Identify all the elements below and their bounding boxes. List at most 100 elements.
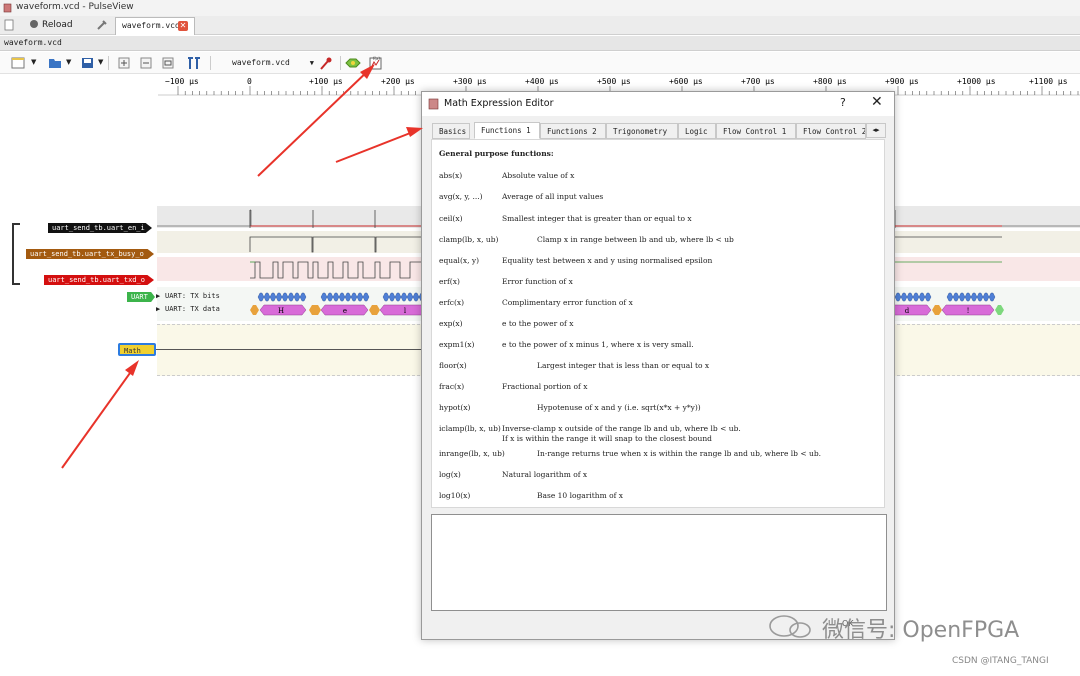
zoom-fit-icon[interactable] (160, 55, 176, 71)
tx-data-char-0: H (278, 307, 284, 315)
function-description: Complimentary error function of x (502, 298, 633, 307)
zoom-out-icon[interactable] (138, 55, 154, 71)
ruler-tick-label: +700 µs (741, 77, 775, 86)
uart-bit-marker (275, 292, 283, 302)
function-description: Natural logarithm of x (502, 470, 588, 479)
tx-data-char-1: e (343, 307, 347, 315)
pulseview-app-icon (3, 3, 12, 13)
reload-button[interactable]: Reload (30, 18, 80, 33)
ruler-tick-label: +900 µs (885, 77, 919, 86)
function-description: Base 10 logarithm of x (537, 491, 623, 500)
function-description-continued: If x is within the range it will snap to… (502, 434, 712, 443)
tab-functions-2[interactable]: Functions 2 (540, 123, 606, 139)
scroll-right-icon[interactable]: ▸ (876, 126, 880, 134)
function-name: exp(x) (439, 319, 463, 328)
uart-bit-marker (406, 292, 414, 302)
document-bar: waveform.vcd (0, 36, 1080, 51)
function-name: floor(x) (439, 361, 467, 370)
function-name: clamp(lb, x, ub) (439, 235, 499, 244)
function-description: Absolute value of x (502, 171, 575, 180)
expand-data-icon[interactable]: ▶ (156, 305, 160, 313)
uart-bit-marker (326, 292, 334, 302)
tab-scroll-buttons[interactable]: ◂▸ (866, 123, 886, 138)
tx-bits-label: UART: TX bits (165, 292, 220, 300)
tab-logic[interactable]: Logic (678, 123, 716, 139)
ruler-tick-label: +200 µs (381, 77, 415, 86)
tab-flow-control-1[interactable]: Flow Control 1 (716, 123, 796, 139)
uart-bit-marker (269, 292, 277, 302)
ruler-tick-label: +300 µs (453, 77, 487, 86)
save-dropdown-icon[interactable]: ▼ (98, 58, 103, 66)
function-description: Fractional portion of x (502, 382, 588, 391)
expression-input[interactable] (431, 514, 887, 611)
tab-waveform-vcd[interactable]: waveform.vcd ✕ (115, 17, 195, 35)
tab-flow-control-2[interactable]: Flow Control 2 (796, 123, 866, 139)
uart-bit-marker (906, 292, 914, 302)
uart-bit-marker (982, 292, 990, 302)
doc-tab-label: waveform.vcd (122, 21, 180, 30)
uart-bit-marker (350, 292, 358, 302)
save-icon[interactable] (80, 55, 96, 71)
show-cursors-icon[interactable] (186, 55, 202, 71)
ruler-tick-label: +1000 µs (957, 77, 996, 86)
dialog-title: Math Expression Editor (444, 98, 554, 109)
signal-tag-uart-txd-o[interactable]: uart_send_tb.uart_txd_o (44, 275, 154, 285)
dialog-app-icon (428, 98, 439, 110)
uart-bit-marker (281, 292, 289, 302)
signal-tag-uart-tx-busy-o[interactable]: uart_send_tb.uart_tx_busy_o (26, 249, 154, 259)
function-description: Largest integer that is less than or equ… (537, 361, 710, 370)
signal-label: uart_send_tb.uart_en_i (52, 224, 145, 232)
add-math-signal-icon[interactable]: f(x) (367, 55, 383, 71)
panel-heading: General purpose functions: (439, 149, 554, 158)
ruler-tick-label: +800 µs (813, 77, 847, 86)
dialog-close-button[interactable]: ✕ (871, 94, 883, 110)
wechat-icon (769, 615, 811, 638)
new-view-dropdown-icon[interactable]: ▼ (31, 58, 36, 66)
tab-trigonometry[interactable]: Trigonometry (606, 123, 678, 139)
tx-data-char-3: d (905, 307, 910, 315)
function-name: erf(x) (439, 277, 460, 286)
expand-bits-icon[interactable]: ▶ (156, 292, 160, 300)
signal-group-bracket (12, 223, 20, 285)
add-decoder-icon[interactable] (345, 55, 361, 71)
function-description: Clamp x in range between lb and ub, wher… (537, 235, 734, 244)
new-view-icon[interactable] (10, 55, 26, 71)
function-name: log(x) (439, 470, 461, 479)
wrench-icon (97, 20, 107, 30)
dialog-title-bar: Math Expression Editor ? ✕ (422, 92, 894, 116)
function-name: equal(x, y) (439, 256, 480, 265)
session-tab-bar: Reload waveform.vcd ✕ (0, 16, 1080, 35)
settings-button[interactable] (96, 18, 110, 33)
math-expression-editor-dialog: Math Expression Editor ? ✕ Basics Functi… (421, 91, 895, 640)
ruler-tick-label: +400 µs (525, 77, 559, 86)
open-dropdown-icon[interactable]: ▼ (66, 58, 71, 66)
open-file-icon[interactable] (47, 55, 63, 71)
uart-bit-marker (362, 292, 370, 302)
function-description: Smallest integer that is greater than or… (502, 214, 692, 223)
wechat-watermark: 微信号: OpenFPGA (766, 612, 1046, 643)
uart-bit-marker (964, 292, 972, 302)
uart-bit-marker (388, 292, 396, 302)
new-session-button[interactable] (4, 18, 16, 33)
math-trace-line (156, 349, 421, 350)
device-file-select[interactable]: waveform.vcd ▼ (224, 55, 316, 71)
tab-functions-1[interactable]: Functions 1 (474, 122, 540, 139)
file-select-value: waveform.vcd (232, 58, 290, 67)
window-title: waveform.vcd - PulseView (16, 2, 134, 12)
blank-page-icon (4, 19, 14, 31)
uart-bit-marker (412, 292, 420, 302)
zoom-in-icon[interactable] (116, 55, 132, 71)
help-button[interactable]: ? (840, 96, 846, 109)
csdn-credit: CSDN @ITANG_TANGI (952, 656, 1049, 666)
uart-bit-marker (970, 292, 978, 302)
main-toolbar: ▼ ▼ ▼ waveform.vcd ▼ f(x) (0, 52, 1080, 74)
function-description: e to the power of x minus 1, where x is … (502, 340, 694, 349)
math-signal-tag[interactable]: Math (118, 343, 156, 356)
decoder-tag-uart[interactable]: UART (127, 292, 155, 302)
signal-tag-uart-en-i[interactable]: uart_send_tb.uart_en_i (48, 223, 152, 233)
uart-bit-marker (976, 292, 984, 302)
close-tab-icon[interactable]: ✕ (178, 21, 188, 31)
svg-text:f(x): f(x) (373, 56, 380, 61)
tab-basics[interactable]: Basics (432, 123, 470, 139)
probe-icon[interactable] (318, 55, 334, 71)
